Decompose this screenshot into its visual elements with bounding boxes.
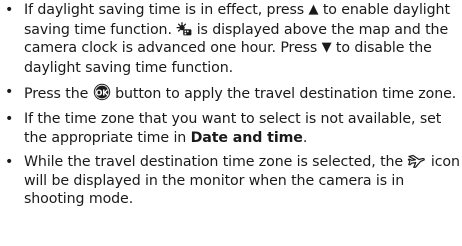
menu-item-reference: Date and time	[190, 129, 303, 146]
bullet-daylight-saving: • If daylight saving time is in effect, …	[0, 1, 462, 77]
svg-text:OK: OK	[95, 88, 109, 98]
bullet-text: button to apply the travel destination t…	[110, 86, 457, 103]
daylight-saving-icon	[176, 21, 192, 35]
bullet-point: •	[5, 84, 14, 101]
bullet-point: •	[5, 110, 14, 127]
bullet-text: If daylight saving time is in effect, pr…	[24, 2, 309, 18]
bullet-text: Press the	[24, 86, 93, 103]
bullet-travel-icon: • While the travel destination time zone…	[0, 153, 462, 209]
down-triangle-symbol: ▼	[321, 40, 332, 56]
bullet-text: While the travel destination time zone i…	[24, 154, 408, 171]
bullet-text: .	[302, 129, 308, 146]
bullet-point: •	[5, 2, 14, 18]
travel-destination-icon	[408, 155, 426, 169]
document-page: • If daylight saving time is in effect, …	[0, 1, 462, 246]
ok-button-icon: OK	[93, 84, 110, 101]
bullet-list: • If daylight saving time is in effect, …	[0, 1, 462, 209]
bullet-apply-timezone: • Press the OK button to apply the trave…	[0, 83, 462, 104]
bullet-point: •	[5, 154, 14, 171]
bullet-timezone-unavailable: • If the time zone that you want to sele…	[0, 110, 462, 147]
up-triangle-symbol: ▲	[308, 2, 319, 17]
